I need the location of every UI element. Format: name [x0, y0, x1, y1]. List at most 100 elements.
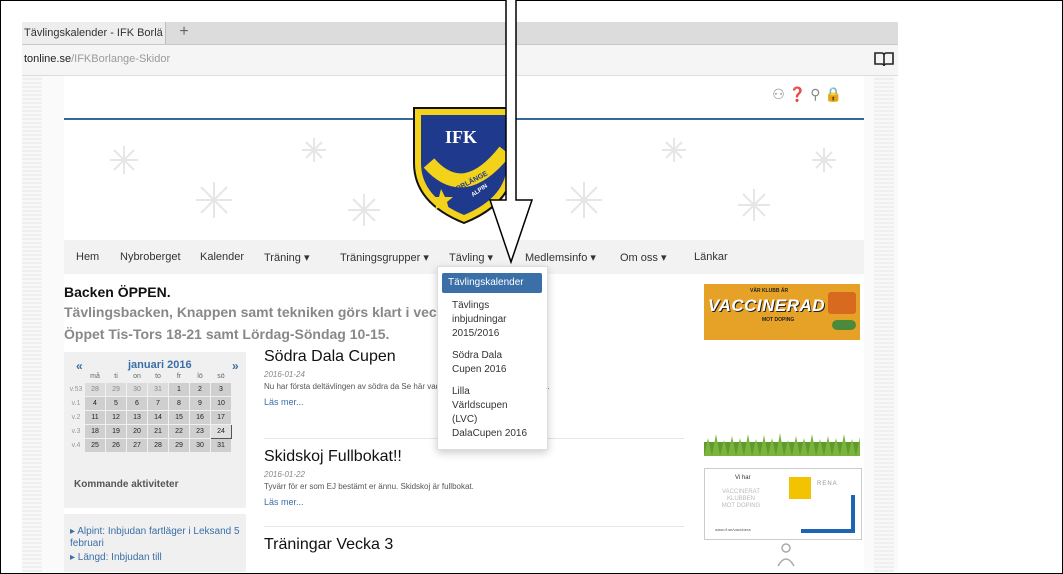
calendar-day[interactable]: 30	[189, 438, 211, 453]
calendar-day[interactable]: 18	[84, 424, 106, 439]
calendar-day-today[interactable]: 24	[210, 424, 232, 439]
calendar-day[interactable]: 13	[126, 410, 148, 425]
dropdown-item-lilla-varldscupen[interactable]: Lilla Världscupen (LVC) DalaCupen 2016	[452, 385, 542, 441]
calendar-day[interactable]: 1	[168, 382, 190, 397]
ad-sub-text: MOT DOPING	[762, 317, 795, 323]
calendar-day[interactable]: 29	[168, 438, 190, 453]
nav-item-kalender[interactable]: Kalender	[200, 251, 244, 263]
nav-label: Hem	[76, 251, 100, 263]
notice-line: Tävlingsbacken, Knappen samt tekniken gö…	[64, 304, 461, 320]
calendar-day[interactable]: 28	[84, 382, 106, 397]
weekday-header: må	[90, 373, 100, 380]
calendar-day[interactable]: 28	[147, 438, 169, 453]
nav-label: Länkar	[694, 251, 728, 263]
post-date: 2016-01-22	[264, 470, 305, 479]
weekday-header: on	[133, 373, 141, 380]
nav-item-lankar[interactable]: Länkar	[694, 251, 728, 263]
calendar-grid: må ti on to fr lö sö v.53 28 29 30 31 1 …	[67, 371, 232, 453]
week-number: v.2	[67, 410, 85, 425]
calendar-day[interactable]: 16	[189, 410, 211, 425]
weekday-header: lö	[197, 373, 203, 380]
calendar-day[interactable]: 27	[126, 438, 148, 453]
vaccinerad-banner[interactable]: VÅR KLUBB ÄR VACCINERAD MOT DOPING	[704, 284, 860, 340]
activity-link[interactable]: ▸ Alpint: Inbjudan fartläger i Leksand 5…	[70, 526, 240, 550]
nav-item-traning[interactable]: Träning ▾	[264, 251, 309, 264]
dropdown-item-sodra-dala-cupen[interactable]: Södra Dala Cupen 2016	[452, 349, 542, 377]
read-more-link[interactable]: Läs mer...	[264, 497, 684, 507]
page-viewport: ⚇❓⚲🔒 IFK BORLÄNGE ALPIN Hem Nybroberget …	[22, 76, 898, 572]
address-bar[interactable]: tonline.se/IFKBorlange-Skidor	[22, 45, 898, 76]
post-title[interactable]: Träningar Vecka 3	[264, 536, 684, 554]
calendar-day[interactable]: 21	[147, 424, 169, 439]
right-background-stripe	[874, 76, 894, 572]
dropdown-item-tavlingskalender[interactable]: Tävlingskalender	[442, 273, 542, 293]
week-number: v.3	[67, 424, 85, 439]
search-icon[interactable]: ⚲	[810, 86, 824, 102]
calendar-day[interactable]: 6	[126, 396, 148, 411]
calendar-day[interactable]: 19	[105, 424, 127, 439]
tavling-dropdown-menu: Tävlingskalender Tävlings inbjudningar 2…	[437, 266, 548, 450]
calendar-day[interactable]: 10	[210, 396, 232, 411]
notice-heading: Backen ÖPPEN.	[64, 284, 171, 300]
calendar-day[interactable]: 11	[84, 410, 106, 425]
browser-tab-bar: Tävlingskalender - IFK Borlä +	[22, 22, 898, 45]
nav-item-traningsgrupper[interactable]: Träningsgrupper ▾	[340, 251, 429, 264]
nav-item-hem[interactable]: Hem	[76, 251, 99, 263]
calendar-day[interactable]: 4	[84, 396, 106, 411]
calendar-next-button[interactable]: »	[232, 359, 239, 373]
lock-icon[interactable]: 🔒	[825, 86, 846, 102]
ad2-brand: RENA	[817, 481, 838, 487]
logo-ifk-text: IFK	[445, 127, 477, 147]
ifk-borlange-logo: IFK BORLÄNGE ALPIN	[413, 107, 515, 225]
rena-vinnare-banner[interactable]: Vi har VACCINERAT KLUBBEN MOT DOPING www…	[704, 468, 862, 540]
ad-badge	[828, 292, 856, 314]
calendar-day[interactable]: 22	[168, 424, 190, 439]
nav-item-om-oss[interactable]: Om oss ▾	[620, 251, 667, 264]
nav-item-medlemsinfo[interactable]: Medlemsinfo ▾	[525, 251, 596, 264]
nav-item-nybroberget[interactable]: Nybroberget	[120, 251, 181, 263]
calendar-day[interactable]: 20	[126, 424, 148, 439]
calendar-day[interactable]: 31	[210, 438, 232, 453]
calendar-day[interactable]: 30	[126, 382, 148, 397]
weekday-header: to	[155, 373, 161, 380]
ad-big-text: VACCINERAD	[708, 296, 826, 315]
calendar-day[interactable]: 26	[105, 438, 127, 453]
chevron-down-icon: ▾	[487, 252, 494, 264]
ad2-heading: Vi har	[735, 475, 751, 481]
calendar-month-title: januari 2016	[128, 359, 192, 371]
calendar-day[interactable]: 5	[105, 396, 127, 411]
upcoming-activities-list: ▸ Alpint: Inbjudan fartläger i Leksand 5…	[64, 514, 246, 572]
calendar-day[interactable]: 23	[189, 424, 211, 439]
dropdown-item-tavlingsinbjudningar[interactable]: Tävlings inbjudningar 2015/2016	[452, 299, 542, 341]
browser-tab[interactable]: Tävlingskalender - IFK Borlä	[22, 22, 166, 44]
calendar-day[interactable]: 14	[147, 410, 169, 425]
url-text[interactable]: tonline.se/IFKBorlange-Skidor	[24, 53, 170, 65]
help-icon[interactable]: ❓	[789, 86, 810, 102]
nav-item-tavling[interactable]: Tävling ▾	[449, 251, 493, 264]
new-tab-button[interactable]: +	[174, 22, 194, 44]
calendar-day[interactable]: 8	[168, 396, 190, 411]
calendar-day[interactable]: 17	[210, 410, 232, 425]
calendar-day[interactable]: 25	[84, 438, 106, 453]
calendar-day[interactable]: 2	[189, 382, 211, 397]
person-icon	[777, 543, 795, 567]
calendar-day[interactable]: 9	[189, 396, 211, 411]
calendar-day[interactable]: 3	[210, 382, 232, 397]
calendar-widget: « januari 2016 » må ti on to fr lö sö v.…	[64, 352, 246, 470]
activity-link[interactable]: ▸ Längd: Inbjudan till	[70, 552, 240, 564]
calendar-day[interactable]: 29	[105, 382, 127, 397]
week-number: v.53	[67, 382, 85, 397]
sitemap-icon[interactable]: ⚇	[772, 86, 789, 102]
ad-top-text: VÅR KLUBB ÄR	[750, 288, 789, 294]
calendar-day[interactable]: 31	[147, 382, 169, 397]
weekday-header: sö	[217, 373, 225, 380]
nav-label: Nybroberget	[120, 251, 181, 263]
upcoming-activities-box: Kommande aktiviteter	[64, 470, 246, 508]
post-title[interactable]: Skidskoj Fullbokat!!	[264, 448, 684, 466]
calendar-day[interactable]: 7	[147, 396, 169, 411]
calendar-day[interactable]: 12	[105, 410, 127, 425]
nav-label: Kalender	[200, 251, 245, 263]
ad2-body: VACCINERAT KLUBBEN MOT DOPING	[721, 489, 761, 509]
reader-view-icon[interactable]	[874, 51, 894, 67]
calendar-day[interactable]: 15	[168, 410, 190, 425]
